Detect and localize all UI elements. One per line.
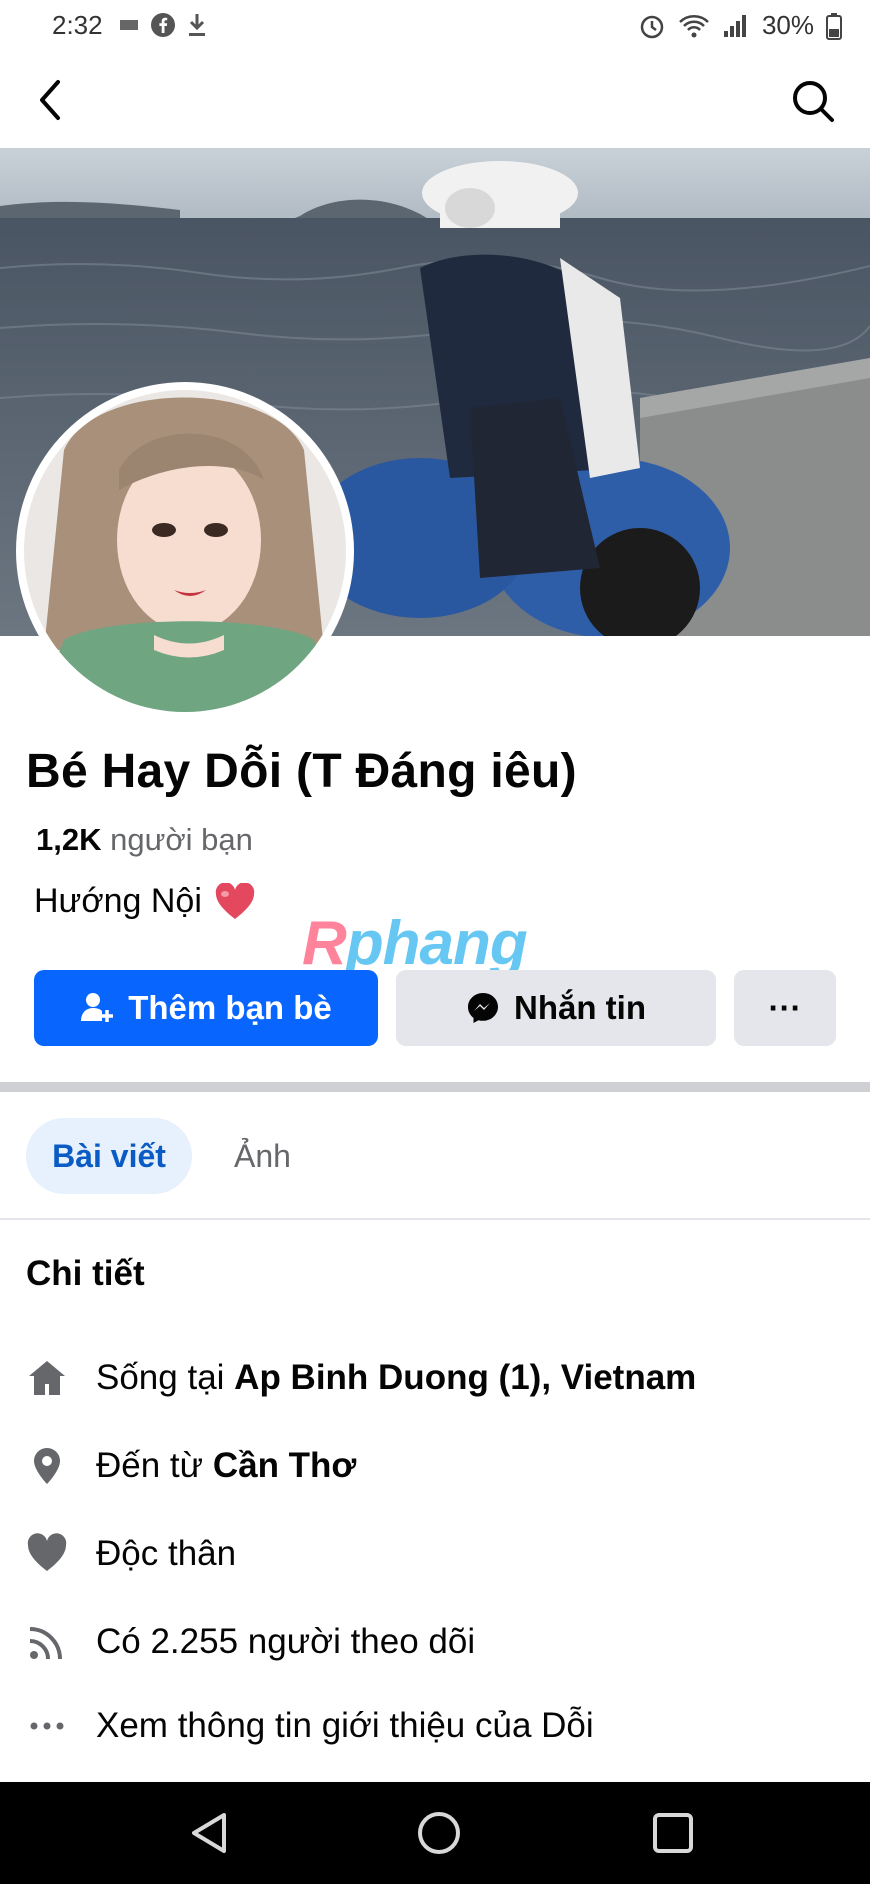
friends-count-number: 1,2K [36,822,102,857]
search-icon [793,81,834,122]
watermark-logo: Rphang [302,908,528,979]
avatar-image [24,390,346,712]
profile-name: Bé Hay Dỗi (T Đáng iêu) [26,745,577,798]
system-nav-bar [0,1782,870,1884]
detail-from: Đến từ Cần Thơ [26,1436,356,1496]
more-options-button[interactable]: ··· [734,970,836,1046]
details-title: Chi tiết [26,1254,145,1293]
signal-icon [723,14,746,37]
watermark-part1: R [302,909,347,978]
tabs-divider [0,1218,870,1220]
tab-photos[interactable]: Ảnh [234,1118,291,1194]
followers-text: Có 2.255 người theo dõi [96,1622,476,1661]
watermark-part2: phang [345,909,528,978]
ellipsis-icon [26,1705,68,1747]
friends-count[interactable]: 1,2K người bạn [36,822,253,858]
facebook-icon [151,13,175,37]
heart-icon [26,1533,68,1575]
friends-count-label: người bạn [110,822,253,857]
lives-place[interactable]: Ap Binh Duong (1), Vietnam [234,1358,696,1397]
notification-icons [118,12,208,38]
detail-lives-in: Sống tại Ap Binh Duong (1), Vietnam [26,1348,696,1408]
lives-prefix: Sống tại [96,1358,225,1397]
from-place[interactable]: Cần Thơ [213,1446,357,1485]
detail-relationship: Độc thân [26,1524,236,1584]
detail-see-about[interactable]: Xem thông tin giới thiệu của Dỗi [26,1696,594,1756]
home-icon [26,1357,68,1399]
messenger-icon [468,993,498,1023]
app-notification-icon [120,20,138,30]
nav-recents-icon[interactable] [650,1810,696,1856]
status-bar: 2:32 30% [0,0,870,56]
nav-home-icon[interactable] [416,1810,462,1856]
relationship-text: Độc thân [96,1534,237,1573]
tab-posts[interactable]: Bài viết [26,1118,192,1194]
download-icon [189,14,205,36]
see-about-text: Xem thông tin giới thiệu của Dỗi [96,1706,594,1745]
back-button[interactable] [32,78,72,122]
rss-icon [26,1621,68,1663]
back-arrow-icon [40,80,60,120]
profile-bio: Hướng Nội [34,882,256,921]
detail-followers[interactable]: Có 2.255 người theo dõi [26,1612,475,1672]
battery-icon [826,12,842,40]
battery-percent: 30% [761,10,814,40]
status-right: 30% [638,10,842,41]
nav-back-icon[interactable] [186,1810,232,1856]
message-label: Nhắn tin [514,989,646,1026]
location-pin-icon [26,1445,68,1487]
avatar[interactable] [24,390,346,712]
alarm-icon [640,15,664,38]
add-friend-button[interactable]: Thêm bạn bè [34,970,378,1046]
wifi-icon [679,14,709,37]
search-button[interactable] [790,78,836,124]
bio-text: Hướng Nội [34,882,202,920]
add-friend-label: Thêm bạn bè [128,989,332,1026]
message-button[interactable]: Nhắn tin [396,970,716,1046]
from-prefix: Đến từ [96,1446,204,1485]
section-divider [0,1082,870,1092]
heart-emoji-icon [215,882,255,919]
add-friend-icon [81,993,114,1022]
ellipsis-icon: ··· [768,989,802,1026]
status-time: 2:32 [52,10,103,40]
